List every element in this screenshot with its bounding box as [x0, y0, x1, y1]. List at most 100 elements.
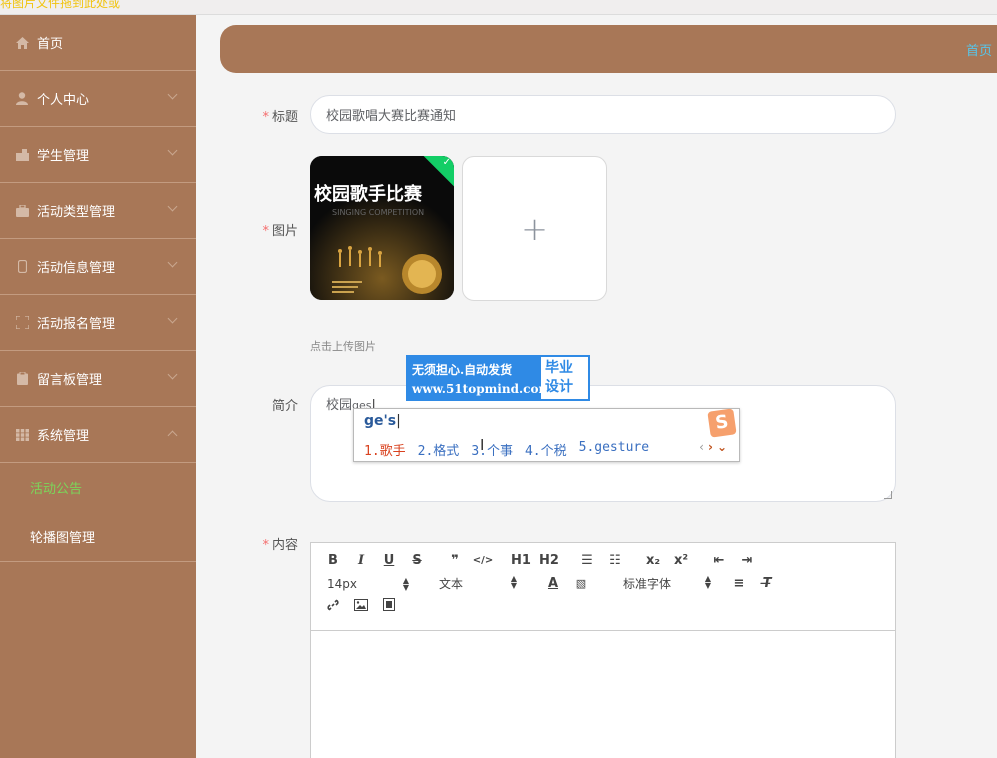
chevron-up-icon [167, 430, 178, 441]
sidebar-item-activity-registration[interactable]: 活动报名管理 [0, 295, 196, 351]
sidebar-item-label: 轮播图管理 [30, 531, 96, 546]
clipboard-icon [15, 372, 29, 386]
ad-left: 无须担心.自动发货 www.51topmind.com [408, 357, 552, 399]
sidebar-item-students[interactable]: 学生管理 [0, 127, 196, 183]
ime-candidate[interactable]: 2.格式 [418, 440, 460, 459]
select-arrows-icon: ▲ ▼ [510, 574, 517, 590]
resize-handle[interactable] [884, 491, 892, 499]
link-icon[interactable] [319, 598, 347, 616]
title-value: 校园歌唱大赛比赛通知 [326, 109, 457, 124]
sidebar-item-label: 活动公告 [30, 482, 83, 497]
ad-right1: 毕业 [545, 360, 573, 376]
code-block-button[interactable]: </> [469, 555, 497, 566]
main-content: 首页 * 标题 校园歌唱大赛比赛通知 * 图片 校园歌手比赛 SINGING COM… [196, 15, 997, 758]
chevron-down-icon [167, 145, 178, 156]
ime-candidate[interactable]: 1.歌手 [364, 440, 406, 459]
indent-button[interactable]: ⇥ [733, 553, 761, 568]
grid-icon [15, 428, 29, 442]
title-input[interactable]: 校园歌唱大赛比赛通知 [310, 95, 896, 134]
ad-line1: 无须担心.自动发货 [412, 363, 513, 377]
sidebar: 首页 个人中心 学生管理 活动类型管理 活动信息管理 活动报名管理 留言板管理 … [0, 15, 196, 758]
top-strip-text: 将图片文件拖到此处或 [0, 0, 121, 10]
chevron-down-icon [167, 257, 178, 268]
select-arrows-icon: ▲ ▼ [402, 575, 409, 592]
content-label: * 内容 [262, 538, 298, 553]
intro-value: 校园 [326, 398, 353, 413]
sidebar-item-label: 活动信息管理 [37, 261, 116, 276]
upload-tip: 点击上传图片 [310, 340, 376, 353]
image-subcaption: SINGING COMPETITION [332, 208, 425, 217]
expand-icon[interactable]: ⌄ [717, 440, 731, 454]
sidebar-item-personal-center[interactable]: 个人中心 [0, 71, 196, 127]
block-type-select[interactable]: 文本 ▲ ▼ [431, 575, 517, 592]
blockquote-button[interactable]: ❞ [441, 553, 469, 568]
next-page-icon[interactable]: › [708, 440, 717, 454]
sidebar-item-label: 首页 [37, 37, 64, 52]
font-size-select[interactable]: 14px ▲ ▼ [319, 575, 409, 592]
check-icon: ✓ [442, 157, 451, 168]
ad-line2: www.51topmind.com [412, 382, 552, 396]
chevron-down-icon [167, 369, 178, 380]
clear-format-icon[interactable]: T̶ [753, 576, 781, 591]
image-uploader[interactable]: + [462, 156, 607, 301]
sidebar-item-label: 活动类型管理 [37, 205, 116, 220]
ime-nav: ‹›⌄ [699, 440, 731, 454]
italic-button[interactable]: I [347, 553, 375, 568]
ime-input: ge's| [364, 413, 401, 429]
sidebar-item-label: 活动报名管理 [37, 317, 116, 332]
select-arrows-icon: ▲ ▼ [704, 574, 711, 590]
intro-label: 简介 [271, 399, 298, 414]
sidebar-item-carousel[interactable]: 轮播图管理 [0, 512, 196, 561]
image-caption: 校园歌手比赛 [314, 184, 422, 205]
required-mark: * [262, 538, 269, 553]
sidebar-item-activity-info[interactable]: 活动信息管理 [0, 239, 196, 295]
video-icon[interactable] [375, 598, 403, 615]
align-icon[interactable]: ≡ [725, 576, 753, 591]
sidebar-item-system[interactable]: 系统管理 [0, 407, 196, 463]
ime-candidate[interactable]: 5.gesture [579, 440, 649, 459]
ime-candidates: 1.歌手 2.格式 3.个事 4.个税 5.gesture [364, 440, 661, 459]
font-family-select[interactable]: 标准字体 ▲ ▼ [615, 575, 711, 592]
header-bar: 首页 [220, 25, 997, 73]
ad-banner[interactable]: 无须担心.自动发货 www.51topmind.com 毕业 设计 [406, 355, 590, 401]
sidebar-item-activity-types[interactable]: 活动类型管理 [0, 183, 196, 239]
image-icon[interactable] [347, 598, 375, 615]
ad-right2: 设计 [545, 379, 573, 395]
scan-icon [15, 316, 29, 330]
subscript-button[interactable]: x₂ [639, 553, 667, 568]
chevron-down-icon [167, 313, 178, 324]
text-cursor-icon: I [480, 436, 485, 454]
strike-button[interactable]: S [403, 553, 431, 568]
underline-button[interactable]: U [375, 553, 403, 568]
image-label: * 图片 [262, 224, 298, 239]
title-label: * 标题 [262, 110, 298, 125]
sidebar-item-activity-announcement[interactable]: 活动公告 [0, 463, 196, 512]
sidebar-item-label: 个人中心 [37, 93, 90, 108]
superscript-button[interactable]: x² [667, 553, 695, 568]
ordered-list-button[interactable]: ☰ [573, 553, 601, 568]
outdent-button[interactable]: ⇤ [705, 553, 733, 568]
sogou-logo-icon: S [707, 408, 737, 438]
text-color-icon[interactable]: A [539, 576, 567, 591]
system-submenu: 活动公告 轮播图管理 [0, 463, 196, 562]
heading2-button[interactable]: H2 [535, 553, 563, 568]
sidebar-item-message-board[interactable]: 留言板管理 [0, 351, 196, 407]
plus-icon: + [521, 209, 548, 248]
phone-icon [15, 260, 29, 274]
background-color-icon[interactable]: ▧ [567, 577, 595, 590]
required-mark: * [262, 110, 269, 125]
uploaded-image[interactable]: 校园歌手比赛 SINGING COMPETITION ✓ [310, 156, 454, 300]
ime-candidate[interactable]: 3.个事 [471, 440, 513, 459]
bullet-list-button[interactable]: ☷ [601, 553, 629, 568]
heading1-button[interactable]: H1 [507, 553, 535, 568]
user-icon [15, 92, 29, 106]
rich-text-editor: B I U S ❞ </> H1 H2 ☰ ☷ x₂ x² ⇤ ⇥ 14px ▲… [310, 542, 896, 758]
student-icon [15, 148, 29, 162]
sidebar-item-home[interactable]: 首页 [0, 15, 196, 71]
breadcrumb-home[interactable]: 首页 [966, 40, 992, 59]
bold-button[interactable]: B [319, 553, 347, 568]
ad-right: 毕业 设计 [541, 357, 588, 399]
prev-page-icon[interactable]: ‹ [699, 440, 708, 454]
editor-toolbar: B I U S ❞ </> H1 H2 ☰ ☷ x₂ x² ⇤ ⇥ 14px ▲… [311, 543, 895, 631]
ime-candidate[interactable]: 4.个税 [525, 440, 567, 459]
